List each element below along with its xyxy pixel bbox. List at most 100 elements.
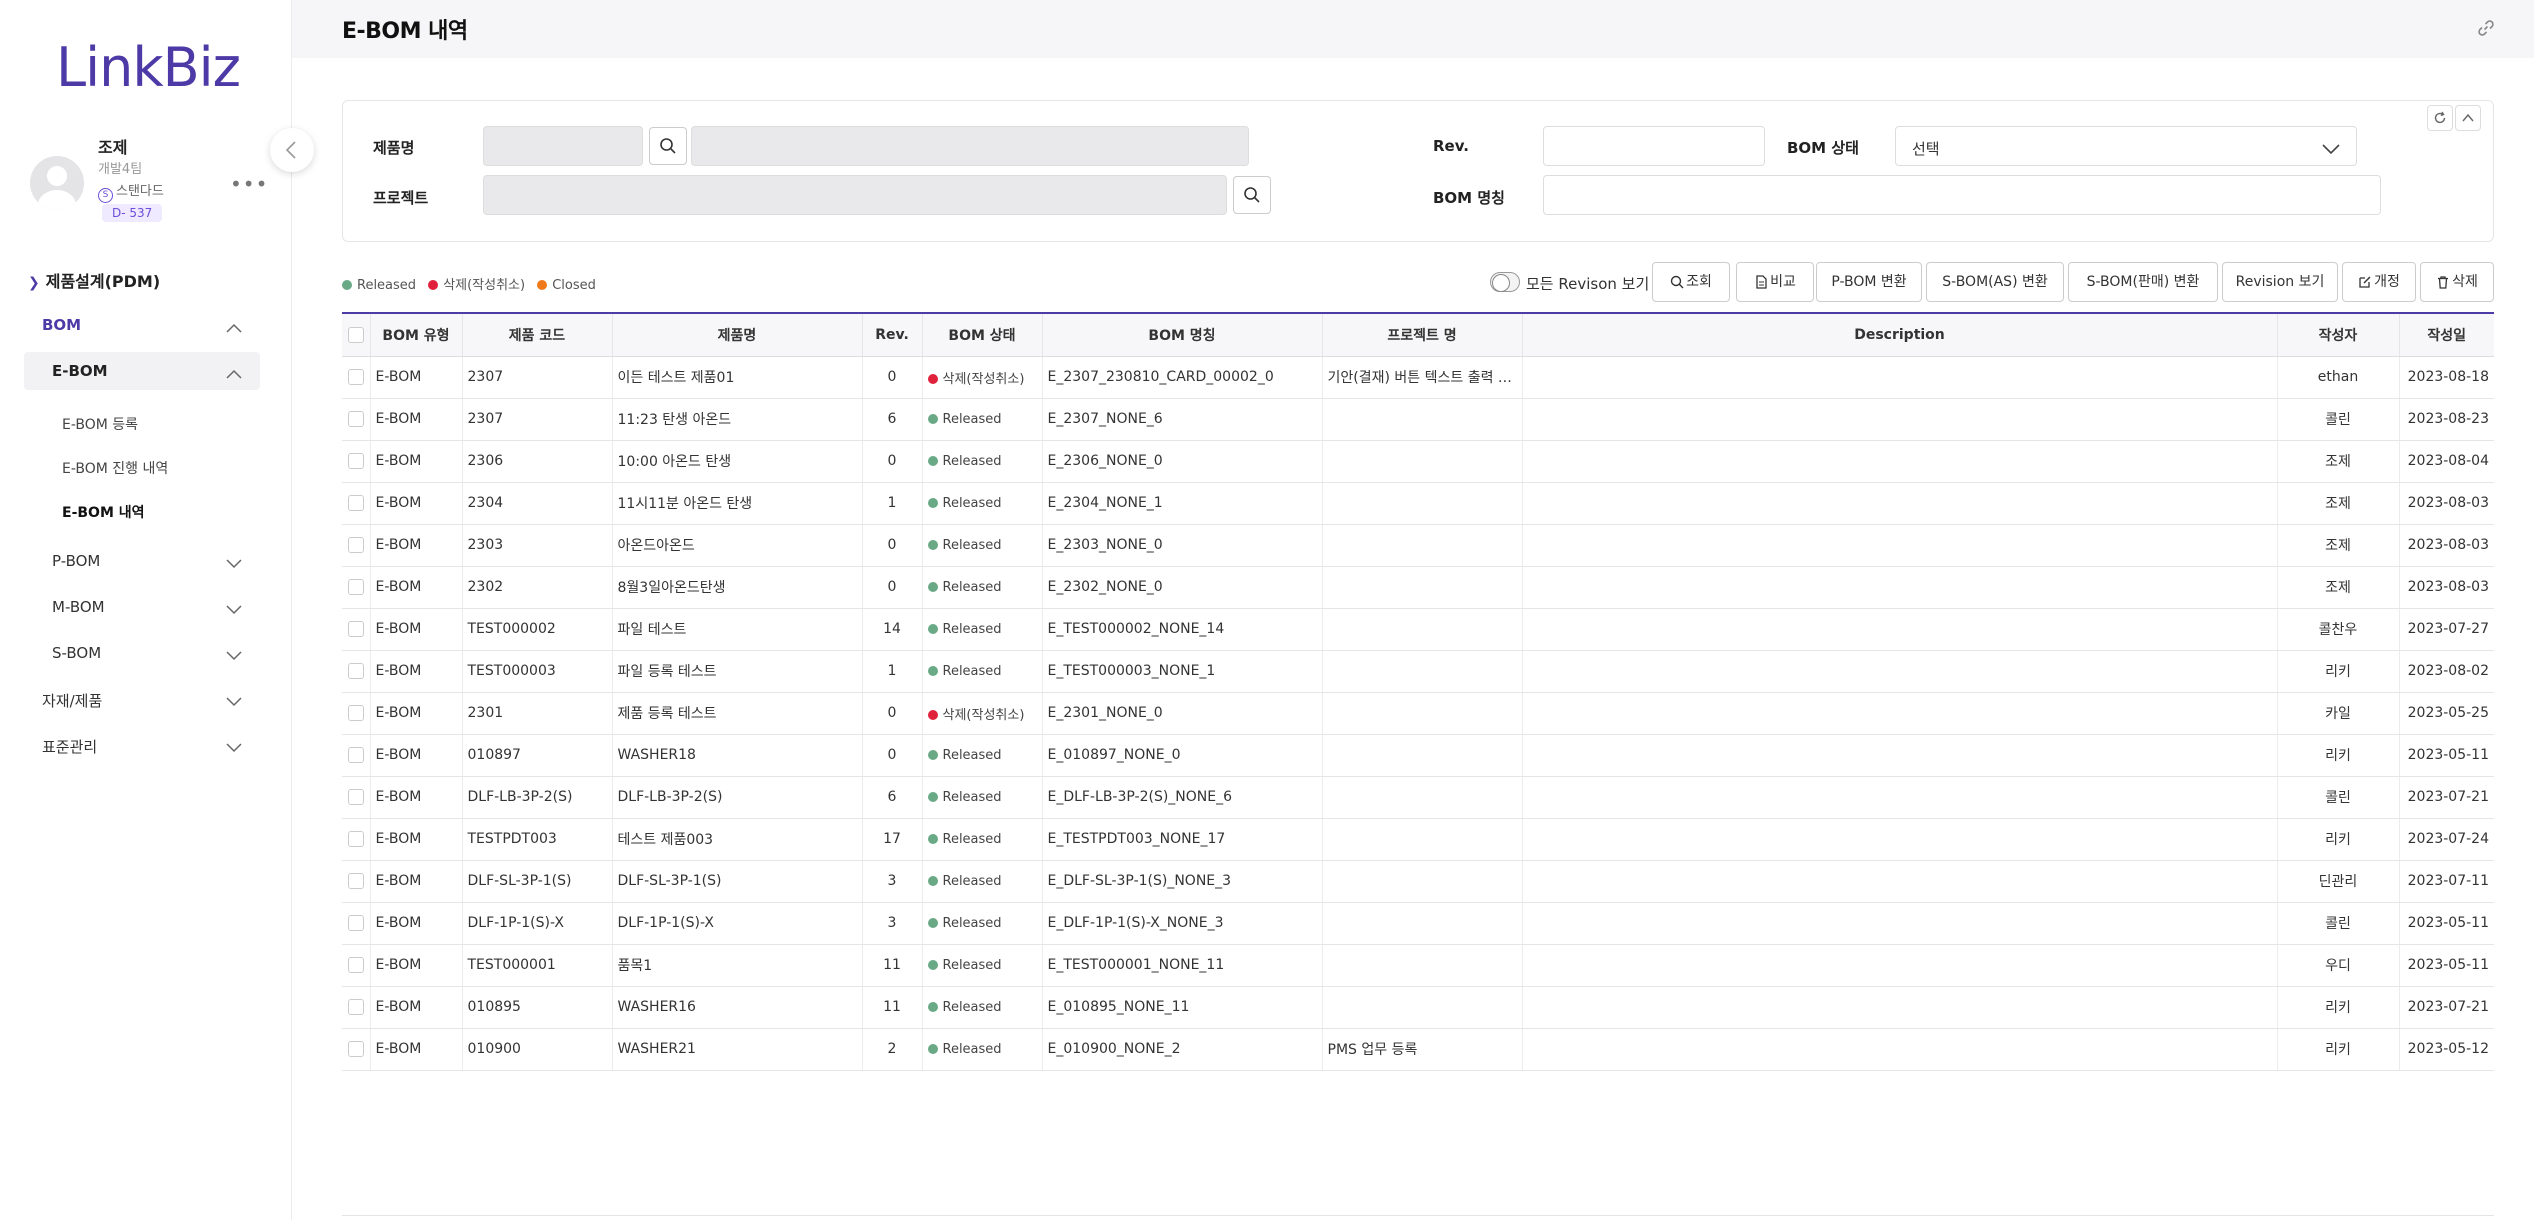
col-description[interactable]: Description — [1522, 314, 2278, 357]
row-checkbox[interactable] — [342, 692, 371, 735]
search-button[interactable]: 조회 — [1652, 262, 1730, 302]
row-checkbox[interactable] — [342, 398, 371, 441]
row-checkbox[interactable] — [342, 482, 371, 525]
cell-bom-type: E-BOM — [370, 902, 463, 945]
row-checkbox[interactable] — [342, 1028, 371, 1071]
row-checkbox[interactable] — [342, 944, 371, 987]
cell-rev: 11 — [862, 944, 923, 987]
chevron-down-icon — [226, 647, 242, 665]
project-input[interactable] — [483, 175, 1227, 215]
table-row[interactable]: E-BOM TEST000002 파일 테스트 14 Released E_TEST000… — [342, 608, 2494, 651]
project-search-button[interactable] — [1233, 176, 1271, 214]
col-product-code[interactable]: 제품 코드 — [462, 314, 613, 357]
all-revision-toggle[interactable] — [1490, 272, 1520, 292]
table-row[interactable]: E-BOM TEST000001 품목1 11 Released E_TEST000001… — [342, 944, 2494, 987]
sidebar-collapse-button[interactable] — [270, 128, 314, 172]
table-row[interactable]: E-BOM 2304 11시11분 아온드 탄생 1 Released E_2304_NO… — [342, 482, 2494, 525]
bom-status-select[interactable]: 선택 — [1895, 126, 2357, 166]
nav-ebom-progress[interactable]: E-BOM 진행 내역 — [62, 458, 168, 478]
nav-pbom[interactable]: P-BOM — [24, 542, 260, 580]
row-checkbox[interactable] — [342, 566, 371, 609]
row-checkbox[interactable] — [342, 818, 371, 861]
table-row[interactable]: E-BOM DLF-LB-3P-2(S) DLF-LB-3P-2(S) 6 Releas… — [342, 776, 2494, 819]
cell-description — [1522, 818, 2278, 861]
cell-bom-type: E-BOM — [370, 776, 463, 819]
product-code-input[interactable] — [483, 126, 643, 166]
table-row[interactable]: E-BOM 010900 WASHER21 2 Released E_010900_NON… — [342, 1028, 2494, 1071]
row-checkbox[interactable] — [342, 440, 371, 483]
delete-button[interactable]: 삭제 — [2420, 262, 2494, 302]
row-checkbox[interactable] — [342, 860, 371, 903]
compare-button[interactable]: 비교 — [1736, 262, 1814, 302]
cell-project-name — [1322, 818, 1523, 861]
link-icon[interactable] — [2476, 18, 2496, 42]
cell-product-code: 2304 — [462, 482, 613, 525]
row-checkbox[interactable] — [342, 608, 371, 651]
nav-pdm[interactable]: ❯ 제품설계(PDM) — [28, 268, 160, 292]
cell-description — [1522, 566, 2278, 609]
nav-mbom[interactable]: M-BOM — [24, 588, 260, 626]
revision-view-button[interactable]: Revision 보기 — [2222, 262, 2338, 302]
table-row[interactable]: E-BOM 2301 제품 등록 테스트 0 삭제(작성취소) E_2301_NONE_0… — [342, 692, 2494, 735]
col-author[interactable]: 작성자 — [2277, 314, 2400, 357]
bom-status-label: BOM 상태 — [1787, 139, 1859, 157]
table-row[interactable]: E-BOM TEST000003 파일 등록 테스트 1 Released E_TEST0… — [342, 650, 2494, 693]
sidebar: LinkBiz 조제 개발4팀 S 스탠다드 D- 537 ••• ❯ 제품설계(P… — [0, 0, 292, 1220]
more-icon[interactable]: ••• — [230, 172, 268, 196]
table-row[interactable]: E-BOM 2303 아온드아온드 0 Released E_2303_NONE_0 조제 2… — [342, 524, 2494, 567]
cell-rev: 6 — [862, 398, 923, 441]
edit-icon — [2359, 276, 2371, 288]
product-search-button[interactable] — [649, 127, 687, 165]
legend-closed: Closed — [552, 278, 596, 293]
table-row[interactable]: E-BOM 2302 8월3일아온드탄생 0 Released E_2302_NONE_0… — [342, 566, 2494, 609]
col-bom-name[interactable]: BOM 명칭 — [1042, 314, 1323, 357]
nav-ebom-history[interactable]: E-BOM 내역 — [62, 502, 145, 522]
revise-button[interactable]: 개정 — [2342, 262, 2416, 302]
nav-bom[interactable]: BOM — [24, 306, 260, 344]
col-bom-type[interactable]: BOM 유형 — [370, 314, 463, 357]
table-row[interactable]: E-BOM DLF-SL-3P-1(S) DLF-SL-3P-1(S) 3 Releas… — [342, 860, 2494, 903]
table-row[interactable]: E-BOM 2307 이든 테스트 제품01 0 삭제(작성취소) E_2307_2308… — [342, 356, 2494, 399]
reset-button[interactable] — [2427, 105, 2453, 131]
revise-button-label: 개정 — [2374, 274, 2400, 290]
to-sbom-sale-button[interactable]: S-BOM(판매) 변환 — [2068, 262, 2218, 302]
legend-released: Released — [357, 278, 417, 293]
chevron-down-icon — [226, 739, 242, 757]
to-sbom-as-button[interactable]: S-BOM(AS) 변환 — [1926, 262, 2064, 302]
col-bom-status[interactable]: BOM 상태 — [922, 314, 1043, 357]
table-row[interactable]: E-BOM 010895 WASHER16 11 Released E_010895_NO… — [342, 986, 2494, 1029]
page-title: E-BOM 내역 — [342, 19, 468, 44]
row-checkbox[interactable] — [342, 986, 371, 1029]
to-pbom-button[interactable]: P-BOM 변환 — [1816, 262, 1922, 302]
nav-ebom[interactable]: E-BOM — [24, 352, 260, 390]
collapse-panel-button[interactable] — [2455, 105, 2481, 131]
row-checkbox[interactable] — [342, 650, 371, 693]
rev-input[interactable] — [1543, 126, 1765, 166]
nav-ebom-register[interactable]: E-BOM 등록 — [62, 414, 138, 434]
select-all-checkbox[interactable] — [342, 314, 371, 357]
table-row[interactable]: E-BOM DLF-1P-1(S)-X DLF-1P-1(S)-X 3 Released… — [342, 902, 2494, 945]
bom-name-input[interactable] — [1543, 175, 2381, 215]
table-row[interactable]: E-BOM TESTPDT003 테스트 제품003 17 Released E_TEST… — [342, 818, 2494, 861]
nav-sbom[interactable]: S-BOM — [24, 634, 260, 672]
table-row[interactable]: E-BOM 2307 11:23 탄생 아온드 6 Released E_2307_NON… — [342, 398, 2494, 441]
project-label: 프로젝트 — [373, 189, 429, 207]
row-checkbox[interactable] — [342, 734, 371, 777]
nav-standard[interactable]: 표준관리 — [24, 726, 260, 764]
row-checkbox[interactable] — [342, 776, 371, 819]
row-checkbox[interactable] — [342, 524, 371, 567]
cell-description — [1522, 482, 2278, 525]
logo[interactable]: LinkBiz — [56, 36, 241, 99]
row-checkbox[interactable] — [342, 902, 371, 945]
nav-material[interactable]: 자재/제품 — [24, 680, 260, 718]
col-date[interactable]: 작성일 — [2399, 314, 2494, 357]
cell-project-name — [1322, 986, 1523, 1029]
table-row[interactable]: E-BOM 010897 WASHER18 0 Released E_010897_NON… — [342, 734, 2494, 777]
col-product-name[interactable]: 제품명 — [612, 314, 863, 357]
col-rev[interactable]: Rev. — [862, 314, 923, 357]
col-project-name[interactable]: 프로젝트 명 — [1322, 314, 1523, 357]
table-row[interactable]: E-BOM 2306 10:00 아온드 탄생 0 Released E_2306_NON… — [342, 440, 2494, 483]
product-name-input[interactable] — [691, 126, 1249, 166]
cell-bom-type: E-BOM — [370, 566, 463, 609]
row-checkbox[interactable] — [342, 356, 371, 399]
